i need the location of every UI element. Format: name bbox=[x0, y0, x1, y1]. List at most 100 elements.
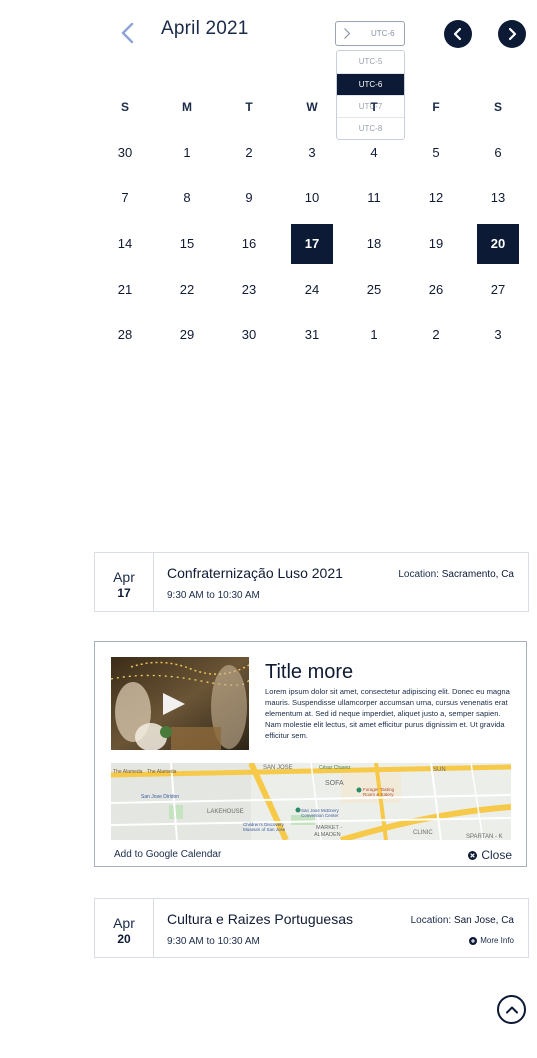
weekday-header: S bbox=[120, 100, 129, 114]
prev-month-button[interactable] bbox=[116, 21, 140, 45]
event-date: Apr 17 bbox=[95, 553, 154, 611]
calendar-day[interactable]: 13 bbox=[477, 178, 519, 218]
weekday-header: W bbox=[306, 100, 318, 114]
map-label: César Chavez bbox=[319, 765, 351, 771]
calendar-day[interactable]: 2 bbox=[415, 315, 457, 355]
close-label: Close bbox=[481, 848, 512, 862]
circle-chevron-right-icon bbox=[508, 27, 517, 41]
calendar-day[interactable]: 10 bbox=[291, 178, 333, 218]
weekday-header: F bbox=[432, 100, 440, 114]
circle-chevron-left-icon bbox=[453, 27, 462, 41]
calendar-day[interactable]: 1 bbox=[353, 315, 395, 355]
next-week-button[interactable] bbox=[498, 20, 526, 48]
calendar-day[interactable]: 30 bbox=[228, 315, 270, 355]
more-info-button[interactable]: More Info bbox=[469, 936, 514, 945]
map-label: SPARTAN - K bbox=[466, 834, 503, 840]
calendar-day[interactable]: 17 bbox=[291, 224, 333, 264]
calendar-day[interactable]: 27 bbox=[477, 270, 519, 310]
event-location-label: Location: bbox=[398, 569, 439, 580]
calendar-day[interactable]: 18 bbox=[353, 224, 395, 264]
calendar-day[interactable]: 2 bbox=[228, 133, 270, 173]
event-time: 9:30 AM to 10:30 AM bbox=[167, 936, 260, 947]
map-label: MARKET - bbox=[316, 825, 342, 831]
previous-week-button[interactable] bbox=[444, 20, 472, 48]
detail-title: Title more bbox=[265, 661, 354, 683]
calendar-day[interactable]: 7 bbox=[104, 178, 146, 218]
calendar-day[interactable]: 24 bbox=[291, 270, 333, 310]
map-label: The Alameda bbox=[147, 769, 177, 775]
month-title: April 2021 bbox=[161, 18, 249, 39]
event-location-label: Location: bbox=[410, 915, 452, 926]
calendar-day[interactable]: 31 bbox=[291, 315, 333, 355]
close-button[interactable]: Close bbox=[468, 848, 512, 862]
circle-chevron-up-icon bbox=[505, 1006, 518, 1013]
calendar-day[interactable]: 19 bbox=[415, 224, 457, 264]
calendar-day[interactable]: 16 bbox=[228, 224, 270, 264]
event-time: 9:30 AM to 10:30 AM bbox=[167, 590, 260, 601]
timezone-dropdown-list: UTC-5 UTC-6 UTC-7 UTC-8 bbox=[336, 50, 405, 140]
event-row[interactable]: Apr 20 Cultura e Raizes Portuguesas 9:30… bbox=[94, 898, 529, 958]
weekday-header: T bbox=[370, 100, 378, 114]
event-location: Location: Sacramento, Ca bbox=[398, 569, 514, 580]
timezone-select[interactable]: UTC-6 bbox=[335, 21, 405, 46]
calendar-day[interactable]: 22 bbox=[166, 270, 208, 310]
calendar-day[interactable]: 29 bbox=[166, 315, 208, 355]
calendar-day[interactable]: 5 bbox=[415, 133, 457, 173]
calendar-day[interactable]: 23 bbox=[228, 270, 270, 310]
map-label: CLINIC bbox=[413, 830, 433, 836]
map-label: San Jose Diridon bbox=[141, 794, 179, 800]
map-label: SOFA bbox=[325, 780, 344, 787]
calendar-day[interactable]: 3 bbox=[291, 133, 333, 173]
event-location-value: San Jose, Ca bbox=[453, 915, 514, 926]
map-label: The Alameda bbox=[113, 769, 143, 775]
event-detail-card: Title more Lorem ipsum dolor sit amet, c… bbox=[94, 641, 527, 867]
calendar-day[interactable]: 25 bbox=[353, 270, 395, 310]
map-label: Convention Center bbox=[301, 813, 339, 818]
calendar-day[interactable]: 4 bbox=[353, 133, 395, 173]
timezone-option[interactable]: UTC-6 bbox=[337, 73, 404, 95]
calendar-day[interactable]: 6 bbox=[477, 133, 519, 173]
event-title[interactable]: Cultura e Raizes Portuguesas bbox=[167, 911, 353, 927]
timezone-option[interactable]: UTC-5 bbox=[337, 51, 404, 73]
weekday-header: S bbox=[493, 100, 502, 114]
timezone-value: UTC-6 bbox=[371, 29, 395, 38]
video-thumbnail[interactable] bbox=[111, 657, 249, 750]
chevron-right-icon bbox=[343, 27, 351, 45]
event-row[interactable]: Apr 17 Confraternização Luso 2021 9:30 A… bbox=[94, 552, 529, 612]
calendar-day[interactable]: 12 bbox=[415, 178, 457, 218]
add-to-google-calendar-link[interactable]: Add to Google Calendar bbox=[114, 849, 221, 860]
calendar-day[interactable]: 15 bbox=[166, 224, 208, 264]
event-location: Location: San Jose, Ca bbox=[411, 915, 514, 926]
event-month: Apr bbox=[113, 915, 135, 931]
calendar-day[interactable]: 21 bbox=[104, 270, 146, 310]
calendar-day[interactable]: 14 bbox=[104, 224, 146, 264]
more-info-label: More Info bbox=[480, 936, 514, 945]
event-day: 20 bbox=[117, 932, 131, 946]
map-label: Room & Eatery bbox=[363, 792, 394, 797]
event-location-value: Sacramento, Ca bbox=[441, 569, 514, 580]
map-label: SUN bbox=[433, 767, 446, 773]
plus-circle-icon bbox=[469, 936, 478, 945]
calendar-day[interactable]: 1 bbox=[166, 133, 208, 173]
weekday-header: T bbox=[245, 100, 253, 114]
calendar-day[interactable]: 20 bbox=[477, 224, 519, 264]
map-label: Museum of San Jose bbox=[243, 827, 286, 832]
weekday-header: M bbox=[182, 100, 192, 114]
event-day: 17 bbox=[117, 586, 131, 600]
location-map[interactable]: The Alameda The Alameda SAN JOSE César C… bbox=[111, 763, 511, 840]
calendar-day[interactable]: 3 bbox=[477, 315, 519, 355]
calendar-day[interactable]: 9 bbox=[228, 178, 270, 218]
map-label: ALMADEN bbox=[314, 832, 341, 838]
scroll-to-top-button[interactable] bbox=[497, 995, 526, 1024]
calendar-day[interactable]: 26 bbox=[415, 270, 457, 310]
calendar-day[interactable]: 28 bbox=[104, 315, 146, 355]
event-title[interactable]: Confraternização Luso 2021 bbox=[167, 565, 343, 581]
map-label: SAN JOSE bbox=[263, 765, 293, 771]
event-month: Apr bbox=[113, 569, 135, 585]
calendar-day[interactable]: 8 bbox=[166, 178, 208, 218]
calendar-day[interactable]: 30 bbox=[104, 133, 146, 173]
calendar-day[interactable]: 11 bbox=[353, 178, 395, 218]
event-date: Apr 20 bbox=[95, 899, 154, 957]
chevron-left-icon bbox=[121, 22, 134, 44]
close-circle-icon bbox=[468, 850, 478, 860]
